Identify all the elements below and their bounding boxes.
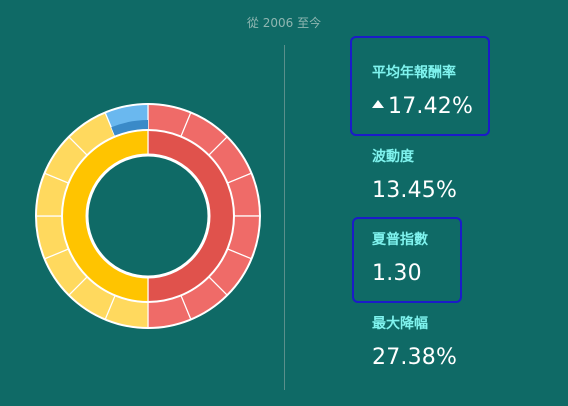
highlight-box-sharpe	[352, 217, 462, 303]
stat-value: 27.38%	[372, 345, 458, 370]
stat-label: 波動度	[372, 149, 414, 165]
highlight-box-annual-return	[350, 36, 490, 136]
stat-value: 13.45%	[372, 178, 458, 203]
allocation-donut-chart	[35, 103, 261, 329]
divider	[284, 45, 285, 390]
period-label: 從 2006 至今	[246, 16, 322, 30]
stat-max-drawdown: 最大降幅 27.38%	[372, 313, 457, 370]
stat-volatility: 波動度 13.45%	[372, 146, 457, 203]
stat-label: 最大降幅	[372, 316, 428, 332]
ring-border-0	[85, 153, 211, 279]
